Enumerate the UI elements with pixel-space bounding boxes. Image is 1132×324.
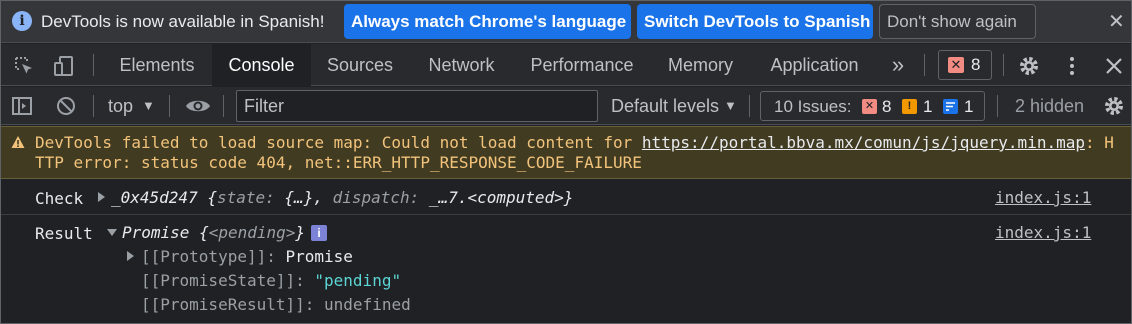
issues-label: 10 Issues: xyxy=(774,97,852,116)
context-selector[interactable]: top xyxy=(108,96,133,117)
warning-message-row: DevTools failed to load source map: Coul… xyxy=(1,126,1131,179)
issues-warning-count: 1 xyxy=(923,97,933,116)
main-tab-bar: Elements Console Sources Network Perform… xyxy=(1,44,1131,86)
toolbar-divider xyxy=(223,95,224,117)
info-icon: i xyxy=(12,11,32,31)
toolbar-divider xyxy=(1003,54,1004,76)
show-sidebar-icon[interactable] xyxy=(11,95,33,117)
expand-triangle-icon[interactable] xyxy=(98,192,105,202)
log-label: Result xyxy=(35,224,93,243)
tab-performance[interactable]: Performance xyxy=(515,44,649,86)
clear-console-icon[interactable] xyxy=(55,95,77,117)
toolbar-divider xyxy=(749,95,750,117)
toolbar-divider xyxy=(997,95,998,117)
error-icon: ✕ xyxy=(948,57,964,73)
warning-text: DevTools failed to load source map: Coul… xyxy=(35,133,1115,173)
error-icon: ✕ xyxy=(862,99,877,114)
live-expression-eye-icon[interactable] xyxy=(185,95,211,117)
source-map-link[interactable]: https://portal.bbva.mx/comun/js/jquery.m… xyxy=(642,133,1085,152)
chevron-down-icon[interactable]: ▼ xyxy=(724,98,737,113)
tab-network[interactable]: Network xyxy=(412,44,511,86)
hidden-messages-count: 2 hidden xyxy=(1015,96,1085,116)
issues-error-count: 8 xyxy=(882,97,892,116)
source-link[interactable]: index.js:1 xyxy=(995,223,1091,242)
log-row-check: Check _0x45d247 {state: {…}, dispatch: _… xyxy=(1,180,1131,215)
more-options-icon[interactable] xyxy=(1061,55,1083,77)
promise-result-property: [[PromiseResult]]: undefined xyxy=(141,295,411,314)
log-label: Check xyxy=(35,189,84,208)
issues-info-count: 1 xyxy=(964,97,974,116)
tab-application[interactable]: Application xyxy=(752,44,877,86)
check-object-preview[interactable]: _0x45d247 {state: {…}, dispatch: _…7.<co… xyxy=(111,188,573,207)
chevron-down-icon[interactable]: ▼ xyxy=(142,98,155,113)
close-devtools-icon[interactable] xyxy=(1103,55,1125,77)
tab-elements[interactable]: Elements xyxy=(103,44,211,86)
collapse-triangle-icon[interactable] xyxy=(107,229,117,236)
close-icon[interactable]: ✕ xyxy=(1108,9,1125,34)
info-icon xyxy=(943,99,958,114)
settings-gear-icon[interactable] xyxy=(1018,55,1040,77)
toolbar-divider xyxy=(93,95,94,117)
inspect-element-icon[interactable] xyxy=(13,55,35,77)
console-settings-gear-icon[interactable] xyxy=(1103,95,1125,117)
filter-box[interactable] xyxy=(236,90,598,122)
log-levels-dropdown[interactable]: Default levels xyxy=(611,96,719,117)
tab-console[interactable]: Console xyxy=(212,44,311,86)
warning-icon: ! xyxy=(902,99,917,114)
warning-prefix: DevTools failed to load source map: Coul… xyxy=(35,133,642,152)
always-match-language-button[interactable]: Always match Chrome's language xyxy=(344,4,631,39)
switch-to-spanish-button[interactable]: Switch DevTools to Spanish xyxy=(637,4,873,39)
warning-triangle-icon xyxy=(11,136,25,148)
promise-state-property: [[PromiseState]]: "pending" xyxy=(141,271,402,290)
error-count: 8 xyxy=(971,55,981,74)
toolbar-divider xyxy=(924,54,925,76)
log-row-result: Result Promise {<pending>} i index.js:1 [… xyxy=(1,216,1131,324)
tab-memory[interactable]: Memory xyxy=(652,44,749,86)
language-infobar: i DevTools is now available in Spanish! … xyxy=(1,1,1131,43)
filter-input[interactable] xyxy=(237,91,597,121)
source-link[interactable]: index.js:1 xyxy=(995,188,1091,207)
toolbar-divider xyxy=(169,95,170,117)
device-toolbar-icon[interactable] xyxy=(53,55,75,77)
console-toolbar: top ▼ Default levels ▼ 10 Issues: ✕ 8 ! … xyxy=(1,87,1131,125)
prototype-property[interactable]: [[Prototype]]: Promise xyxy=(141,247,353,266)
issues-button[interactable]: 10 Issues: ✕ 8 ! 1 1 xyxy=(760,91,985,121)
error-count-button[interactable]: ✕ 8 xyxy=(938,50,992,80)
promise-preview[interactable]: Promise {<pending>} i xyxy=(122,223,328,242)
toolbar-divider xyxy=(93,54,94,76)
tab-sources[interactable]: Sources xyxy=(313,44,407,86)
expand-triangle-icon[interactable] xyxy=(127,251,134,261)
dont-show-again-button[interactable]: Don't show again xyxy=(879,4,1036,39)
info-badge-icon[interactable]: i xyxy=(311,225,328,241)
infobar-message: DevTools is now available in Spanish! xyxy=(41,12,325,31)
more-tabs-chevron-icon[interactable]: » xyxy=(881,44,915,86)
